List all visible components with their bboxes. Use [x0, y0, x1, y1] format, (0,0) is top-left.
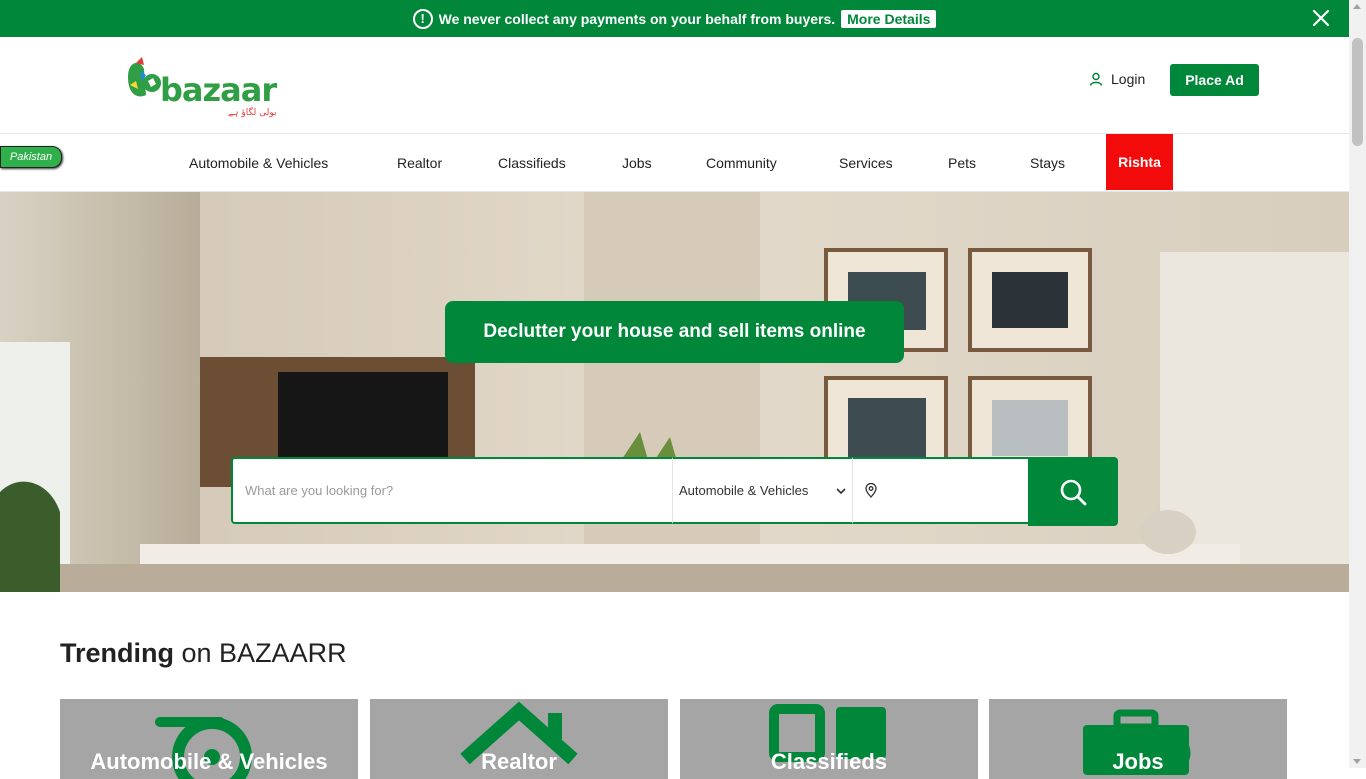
location-field[interactable] [852, 457, 1028, 524]
search-bar: Automobile & Vehicles [231, 457, 1118, 527]
category-selected-value: Automobile & Vehicles [679, 483, 809, 498]
scroll-down-icon[interactable] [1353, 759, 1361, 764]
info-circle-icon: ! [412, 8, 433, 29]
svg-text:بولی لگاؤ ہے: بولی لگاؤ ہے [228, 106, 276, 118]
scroll-up-icon[interactable] [1353, 4, 1361, 9]
scroll-thumb[interactable] [1352, 38, 1363, 146]
nav-item-community[interactable]: Community [706, 134, 777, 191]
country-selector[interactable]: Pakistan [0, 146, 62, 168]
nav-item-stays[interactable]: Stays [1030, 134, 1065, 191]
hero-section: Declutter your house and sell items onli… [0, 192, 1349, 592]
more-details-button[interactable]: More Details [841, 9, 937, 28]
close-icon[interactable] [1312, 9, 1330, 27]
trending-card-label: Classifieds [770, 749, 888, 774]
search-button[interactable] [1028, 457, 1118, 526]
trending-card-realtor[interactable]: Realtor [370, 699, 668, 779]
category-nav: Pakistan Automobile & Vehicles Realtor C… [0, 134, 1349, 192]
trending-card-label: Automobile & Vehicles [90, 749, 328, 774]
trending-card-label: Realtor [481, 749, 557, 774]
nav-item-jobs[interactable]: Jobs [622, 134, 652, 191]
nav-item-rishta[interactable]: Rishta [1106, 134, 1173, 190]
hero-banner: Declutter your house and sell items onli… [445, 301, 904, 363]
nav-item-pets[interactable]: Pets [948, 134, 976, 191]
bazaar-logo[interactable]: bazaar بولی لگاؤ ہے [122, 55, 282, 119]
nav-item-automobile[interactable]: Automobile & Vehicles [189, 134, 328, 191]
nav-item-realtor[interactable]: Realtor [397, 134, 442, 191]
page-scrollbar[interactable] [1349, 0, 1366, 768]
login-label: Login [1111, 71, 1146, 87]
trending-card-jobs[interactable]: Jobs [989, 699, 1287, 779]
payment-notice-bar: ! We never collect any payments on your … [0, 0, 1349, 37]
search-input[interactable] [231, 457, 672, 524]
notice-message: We never collect any payments on your be… [438, 10, 836, 27]
svg-text:bazaar: bazaar [160, 71, 277, 109]
user-icon [1089, 72, 1103, 86]
trending-title-bold: Trending [60, 638, 174, 668]
trending-card-label: Jobs [1112, 749, 1164, 774]
chevron-down-icon [836, 488, 846, 495]
place-ad-button[interactable]: Place Ad [1170, 64, 1259, 96]
category-dropdown[interactable]: Automobile & Vehicles [672, 457, 852, 524]
trending-card-classifieds[interactable]: Classifieds [680, 699, 978, 779]
nav-item-services[interactable]: Services [839, 134, 893, 191]
trending-heading: Trending on BAZAARR [60, 638, 347, 669]
trending-title-rest: on BAZAARR [181, 638, 347, 668]
site-header: bazaar بولی لگاؤ ہے Login Place Ad [0, 37, 1349, 134]
trending-card-automobile[interactable]: Automobile & Vehicles [60, 699, 358, 779]
hero-room-image [0, 192, 1349, 592]
location-pin-icon [865, 483, 877, 498]
search-icon [1060, 479, 1087, 505]
login-link[interactable]: Login [1089, 71, 1145, 87]
nav-item-classifieds[interactable]: Classifieds [498, 134, 566, 191]
